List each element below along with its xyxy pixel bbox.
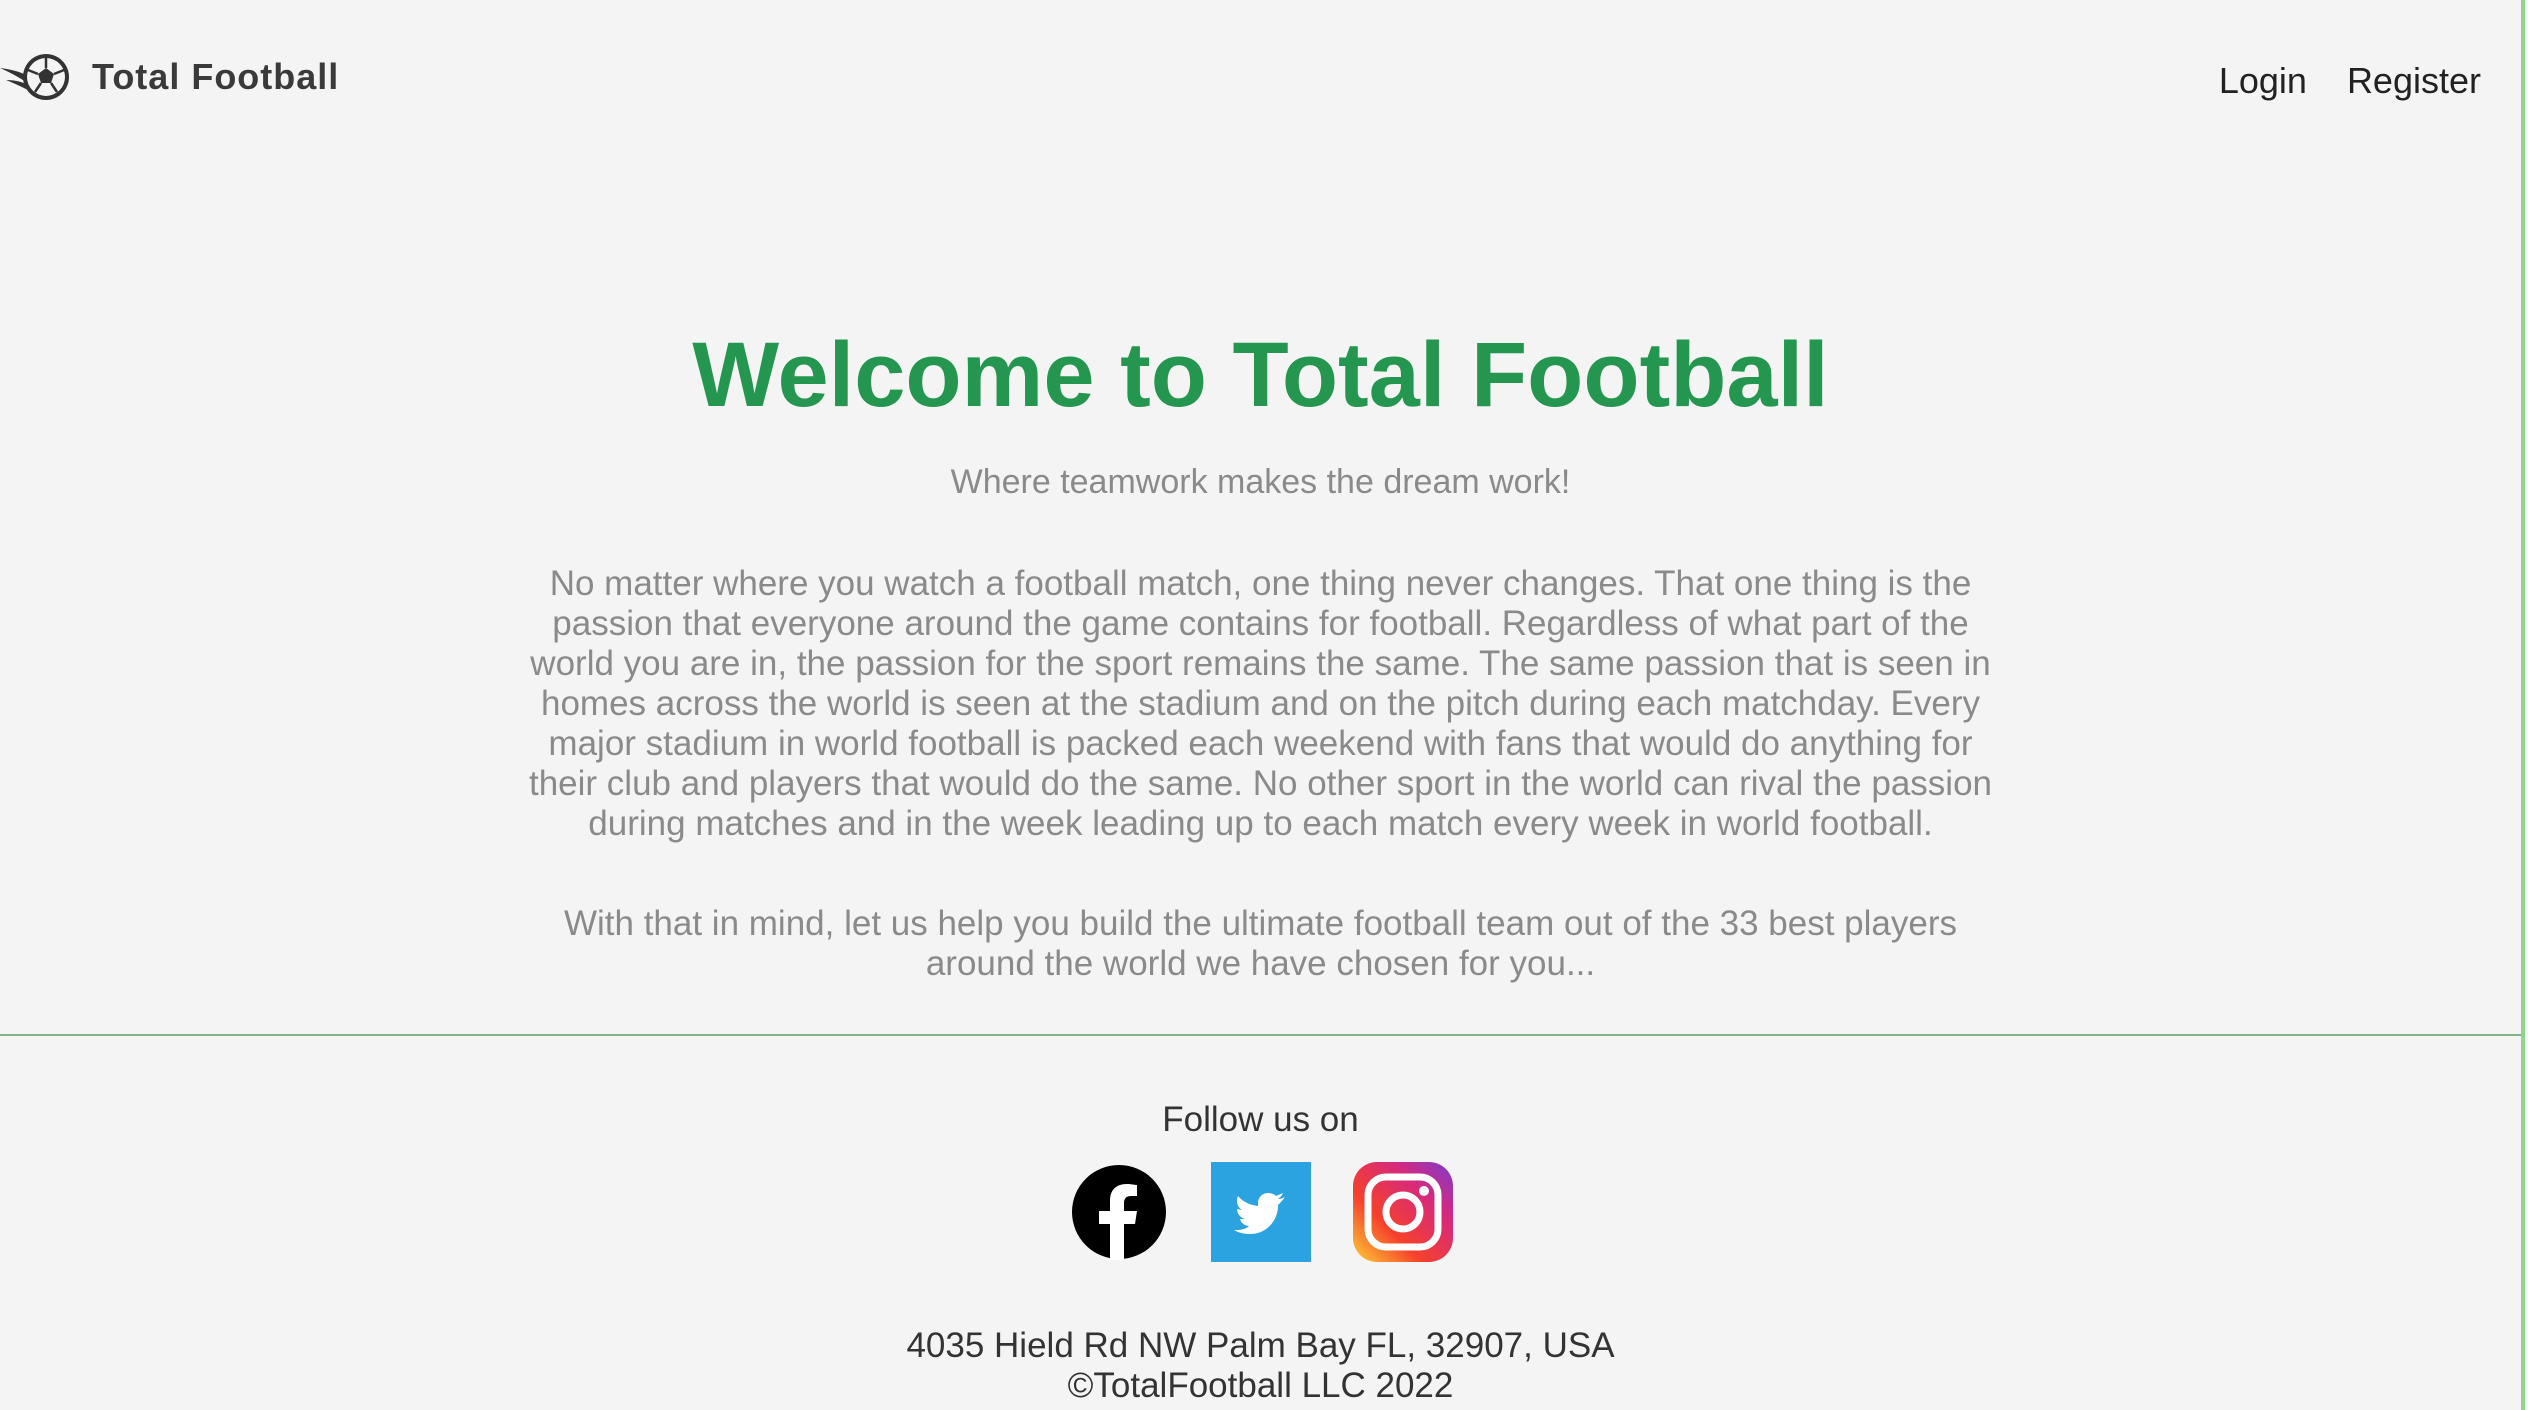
- page-edge: [2521, 0, 2525, 1410]
- intro-paragraph: No matter where you watch a football mat…: [528, 564, 1993, 843]
- register-link[interactable]: Register: [2347, 60, 2481, 102]
- social-links: [0, 1162, 2521, 1262]
- brand-name: Total Football: [92, 56, 340, 97]
- twitter-icon: [1210, 1162, 1311, 1262]
- facebook-link[interactable]: [1069, 1162, 1169, 1262]
- login-link[interactable]: Login: [2219, 60, 2307, 102]
- instagram-link[interactable]: [1352, 1162, 1453, 1262]
- tagline: Where teamwork makes the dream work!: [950, 463, 1571, 501]
- company-address: 4035 Hield Rd NW Palm Bay FL, 32907, USA: [906, 1326, 1615, 1365]
- instagram-icon: [1352, 1162, 1453, 1262]
- call-to-action-paragraph: With that in mind, let us help you build…: [563, 904, 1957, 983]
- brand-logo[interactable]: Total Football: [0, 50, 339, 104]
- copyright-notice: ©TotalFootball LLC 2022: [1067, 1366, 1454, 1405]
- site-header: Total Football Login Register: [0, 0, 2521, 170]
- soccer-ball-icon: [0, 54, 69, 100]
- follow-label: Follow us on: [1162, 1100, 1359, 1139]
- hero-section: Welcome to Total Football Where teamwork…: [0, 320, 2521, 984]
- twitter-link[interactable]: [1210, 1162, 1311, 1262]
- header-nav: Login Register: [2219, 60, 2481, 102]
- page-title: Welcome to Total Football: [692, 324, 1829, 426]
- facebook-icon: [1071, 1165, 1166, 1260]
- site-footer: Follow us on 4035 Hield Rd NW Palm Bay F…: [0, 1036, 2521, 1410]
